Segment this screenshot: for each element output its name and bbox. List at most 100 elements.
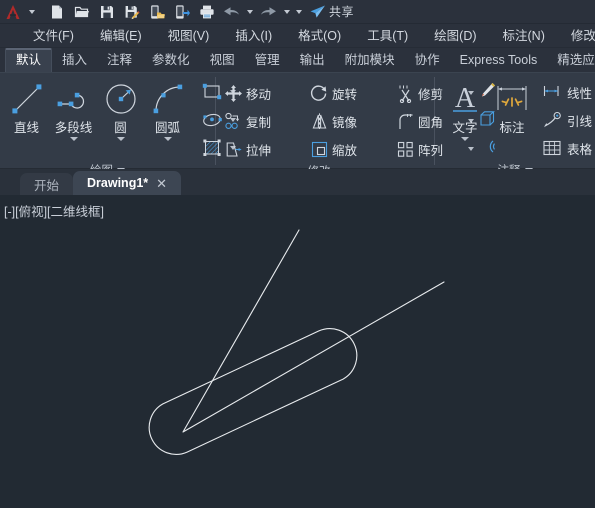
tab-parametric[interactable]: 参数化 [142, 49, 200, 72]
tab-express-tools[interactable]: Express Tools [450, 49, 548, 72]
quick-access-toolbar: 共享 [0, 0, 595, 24]
menu-item-edit[interactable]: 编辑(E) [87, 24, 155, 47]
tab-manage[interactable]: 管理 [245, 49, 290, 72]
polyline-icon [55, 77, 93, 121]
save-disk-icon [100, 5, 113, 18]
ribbon-tab-bar: 默认 插入 注释 参数化 视图 管理 输出 附加模块 协作 Express To… [0, 48, 595, 73]
new-file-icon [51, 5, 62, 18]
line-icon [8, 77, 46, 121]
draw-arc-caret[interactable] [163, 137, 172, 141]
plot-button[interactable] [194, 0, 219, 24]
annotation-text-label: 文字 [452, 121, 478, 135]
modify-move-button[interactable]: 移动 [220, 84, 292, 103]
annotation-text-caret[interactable] [461, 137, 469, 141]
modify-copy-label: 复制 [246, 115, 272, 130]
share-paperplane-icon [310, 5, 325, 18]
save-to-web-icon [175, 4, 190, 19]
tab-view[interactable]: 视图 [200, 49, 245, 72]
draw-polyline-caret[interactable] [69, 137, 78, 141]
logo-dropdown-caret[interactable] [26, 0, 38, 24]
annotation-text-button[interactable]: A 文字 [441, 77, 489, 162]
save-as-button[interactable] [119, 0, 144, 24]
annotation-side-items: 线性 引线 表格 [537, 77, 595, 162]
annotation-table-button[interactable]: 表格 [537, 134, 595, 162]
menu-item-dimension[interactable]: 标注(N) [490, 24, 558, 47]
save-button[interactable] [94, 0, 119, 24]
v-polyline [182, 229, 445, 433]
save-to-web-button[interactable] [169, 0, 194, 24]
copy-icon [220, 112, 246, 131]
open-from-web-icon [150, 4, 165, 19]
modify-stretch-button[interactable]: 拉伸 [220, 140, 292, 159]
annotation-leader-label: 引线 [567, 114, 593, 129]
panel-modify: 移动 旋转 修剪 复制 镜像 圆角 拉伸 缩放 阵列 [216, 73, 496, 178]
trim-icon [392, 84, 418, 103]
modify-move-label: 移动 [246, 87, 272, 102]
menu-item-draw[interactable]: 绘图(D) [421, 24, 489, 47]
scale-icon [306, 140, 332, 159]
modify-copy-button[interactable]: 复制 [220, 112, 292, 131]
new-file-button[interactable] [44, 0, 69, 24]
annotation-linear-button[interactable]: 线性 [537, 78, 595, 106]
undo-button[interactable] [219, 0, 244, 24]
draw-circle-button[interactable]: 圆 [97, 77, 144, 162]
customize-qat-caret[interactable] [293, 0, 305, 24]
document-tab-bar: 开始 Drawing1* ✕ [0, 169, 595, 195]
text-a-icon: A [447, 77, 483, 121]
modify-mirror-button[interactable]: 镜像 [306, 112, 378, 131]
draw-circle-label: 圆 [114, 121, 127, 135]
draw-polyline-button[interactable]: 多段线 [50, 77, 97, 162]
open-file-button[interactable] [69, 0, 94, 24]
modify-stretch-label: 拉伸 [246, 143, 272, 158]
modify-scale-label: 缩放 [332, 143, 358, 158]
draw-polyline-label: 多段线 [54, 121, 93, 135]
draw-line-button[interactable]: 直线 [3, 77, 50, 162]
draw-arc-button[interactable]: 圆弧 [144, 77, 191, 162]
stretch-icon [220, 140, 246, 159]
menu-item-tools[interactable]: 工具(T) [354, 24, 421, 47]
doc-tab-drawing1-label: Drawing1* [87, 176, 149, 190]
undo-arrow-icon [224, 6, 239, 15]
modify-rotate-button[interactable]: 旋转 [306, 84, 378, 103]
menu-bar: 文件(F) 编辑(E) 视图(V) 插入(I) 格式(O) 工具(T) 绘图(D… [0, 24, 595, 48]
modify-mirror-label: 镜像 [332, 115, 358, 130]
redo-button[interactable] [256, 0, 281, 24]
annotation-leader-button[interactable]: 引线 [537, 106, 595, 134]
drawing-geometry [148, 229, 445, 455]
drawing-canvas[interactable]: [-][俯视][二维线框] [0, 197, 595, 508]
menu-item-format[interactable]: 格式(O) [285, 24, 354, 47]
menu-item-view[interactable]: 视图(V) [155, 24, 223, 47]
undo-dropdown-caret[interactable] [244, 0, 256, 24]
menu-item-modify[interactable]: 修改(M) [558, 24, 595, 47]
table-icon [537, 139, 567, 157]
redo-dropdown-caret[interactable] [281, 0, 293, 24]
annotation-linear-label: 线性 [567, 86, 593, 101]
tab-home[interactable]: 默认 [5, 48, 53, 72]
doc-tab-start[interactable]: 开始 [20, 173, 74, 195]
menu-item-insert[interactable]: 插入(I) [222, 24, 285, 47]
modify-scale-button[interactable]: 缩放 [306, 140, 378, 159]
open-from-web-button[interactable] [144, 0, 169, 24]
tab-collaborate[interactable]: 协作 [405, 49, 450, 72]
move-icon [220, 84, 246, 103]
annotation-dimension-button[interactable]: 标注 [489, 77, 535, 162]
draw-circle-caret[interactable] [116, 137, 125, 141]
tab-annotate[interactable]: 注释 [97, 49, 142, 72]
menu-item-file[interactable]: 文件(F) [20, 24, 87, 47]
annotation-dimension-label: 标注 [499, 121, 525, 135]
doc-tab-drawing1[interactable]: Drawing1* ✕ [73, 171, 182, 195]
autocad-logo-button[interactable] [0, 4, 26, 20]
modify-rotate-label: 旋转 [332, 87, 358, 102]
redo-arrow-icon [261, 6, 276, 15]
tab-insert[interactable]: 插入 [52, 49, 97, 72]
share-button[interactable]: 共享 [309, 3, 354, 20]
close-icon[interactable]: ✕ [156, 177, 167, 190]
draw-line-label: 直线 [13, 121, 39, 135]
tab-output[interactable]: 输出 [290, 49, 335, 72]
fillet-icon [392, 112, 418, 131]
tab-featured-apps[interactable]: 精选应用 [547, 49, 595, 72]
linear-dimension-icon [537, 83, 567, 101]
dimension-icon [492, 77, 532, 121]
arc-icon [149, 77, 187, 121]
tab-add-ins[interactable]: 附加模块 [335, 49, 405, 72]
